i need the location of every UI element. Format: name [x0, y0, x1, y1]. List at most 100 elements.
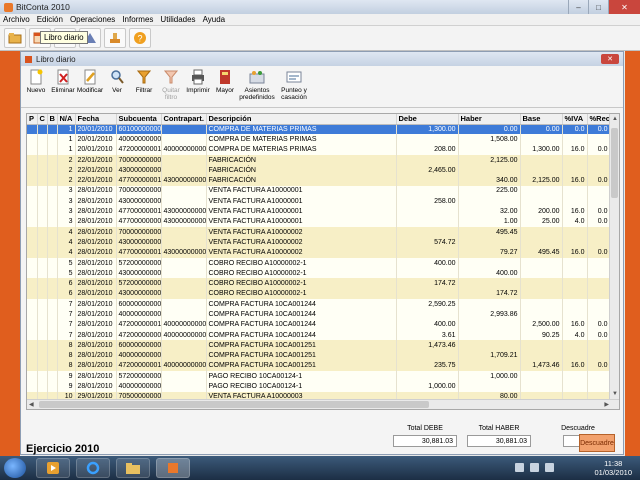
table-row[interactable]: 3 28/01/2010 430000000000 VENTA FACTURA A10… — [27, 196, 611, 207]
table-row[interactable]: 8 28/01/2010 400000000001 COMPRA FACTURA 10… — [27, 350, 611, 361]
table-row[interactable]: 7 28/01/2010 400000000001 COMPRA FACTURA 10… — [27, 309, 611, 320]
table-row[interactable]: 3 28/01/2010 477000000004 430000000003 VENTA… — [27, 216, 611, 227]
table-row[interactable]: 3 28/01/2010 700000000000 VENTA FACTURA A10… — [27, 185, 611, 197]
stamp-button[interactable] — [104, 28, 126, 48]
table-cell — [37, 360, 48, 372]
table-row[interactable]: 7 28/01/2010 472000000016 400000000001 COMPR… — [27, 319, 611, 330]
table-row[interactable]: 8 28/01/2010 600000000000 COMPRA FACTURA 10… — [27, 340, 611, 351]
scroll-left-icon[interactable]: ◀ — [29, 401, 34, 408]
table-row[interactable]: 5 28/01/2010 572000000001 COBRO RECIBO A100… — [27, 257, 611, 269]
table-cell: 472000000016 — [116, 360, 162, 372]
table-cell: 0.0 — [562, 124, 588, 135]
table-cell — [587, 278, 611, 289]
tray-flag-icon[interactable] — [515, 463, 524, 472]
table-row[interactable]: 1 20/01/2010 472000000016 400000000000 COMPR… — [27, 144, 611, 155]
folder-button[interactable] — [4, 28, 26, 48]
table-cell — [587, 309, 611, 320]
column-header[interactable]: C — [37, 114, 48, 125]
tray-network-icon[interactable] — [530, 463, 539, 472]
taskbar-media-player[interactable] — [36, 458, 70, 478]
vertical-scrollbar[interactable]: ▲ ▼ — [609, 114, 619, 399]
column-header[interactable]: N/A — [57, 114, 76, 125]
descuadre-button[interactable]: Descuadre — [579, 434, 615, 452]
taskbar-browser[interactable] — [76, 458, 110, 478]
help-button[interactable]: ? — [129, 28, 151, 48]
table-cell: 430000000002 — [116, 268, 162, 279]
scroll-down-icon[interactable]: ▼ — [612, 391, 618, 397]
punteo-casacion-button[interactable]: Punteo y casación — [276, 69, 312, 101]
table-row[interactable]: 7 28/01/2010 472000000004 400000000001 COMPR… — [27, 329, 611, 341]
table-row[interactable]: 9 28/01/2010 572000000001 PAGO RECIBO 10CA0… — [27, 371, 611, 382]
table-cell — [37, 237, 48, 248]
table-row[interactable]: 6 28/01/2010 430000000002 COBRO RECIBO A100… — [27, 288, 611, 300]
clock[interactable]: 11:38 01/03/2010 — [594, 459, 632, 477]
table-row[interactable]: 1 20/01/2010 400000000000 COMPRA DE MATERIA… — [27, 134, 611, 145]
table-row[interactable]: 4 28/01/2010 700000000000 VENTA FACTURA A10… — [27, 226, 611, 238]
table-cell: 400000000001 — [116, 350, 162, 361]
column-header[interactable]: Debe — [396, 114, 459, 125]
close-button[interactable]: ✕ — [608, 0, 640, 14]
table-row[interactable]: 4 28/01/2010 430000000002 VENTA FACTURA A10… — [27, 237, 611, 248]
table-cell — [587, 268, 611, 279]
eliminar-button[interactable]: Eliminar — [50, 69, 76, 94]
browser-icon — [86, 461, 100, 475]
table-row[interactable]: 3 28/01/2010 477000000016 430000000003 VENTA… — [27, 206, 611, 217]
child-close-button[interactable]: ✕ — [601, 54, 619, 64]
taskbar-explorer[interactable] — [116, 458, 150, 478]
column-header[interactable]: %Rec. — [587, 114, 611, 125]
column-header[interactable]: P — [27, 114, 38, 125]
table-row[interactable]: 4 28/01/2010 477000000016 430000000002 VENTA… — [27, 247, 611, 258]
table-row[interactable]: 5 28/01/2010 430000000002 COBRO RECIBO A100… — [27, 268, 611, 279]
asientos-predefinidos-button[interactable]: Asientos predefinidos — [239, 69, 275, 101]
menu-ayuda[interactable]: Ayuda — [203, 15, 226, 24]
nuevo-button[interactable]: Nuevo — [23, 69, 49, 94]
mayor-button[interactable]: Mayor — [212, 69, 238, 94]
menu-edicion[interactable]: Edición — [37, 15, 63, 24]
table-row[interactable]: 9 28/01/2010 400000000001 PAGO RECIBO 10CA0… — [27, 381, 611, 392]
column-header[interactable]: Subcuenta — [116, 114, 162, 125]
journal-grid[interactable]: P C B N/A Fecha Subcuenta Contrapart. Descripci… — [26, 113, 620, 410]
table-cell — [458, 278, 521, 289]
menu-operaciones[interactable]: Operaciones — [70, 15, 115, 24]
ver-button[interactable]: Ver — [104, 69, 130, 94]
menu-utilidades[interactable]: Utilidades — [160, 15, 195, 24]
quitar-filtro-button[interactable]: Quitar filtro — [158, 69, 184, 101]
scroll-up-icon[interactable]: ▲ — [612, 116, 618, 122]
table-row[interactable]: 2 22/01/2010 700000000000 FABRICACIÓN 2,125.… — [27, 154, 611, 166]
taskbar-bitconta[interactable] — [156, 458, 190, 478]
table-row[interactable]: 8 28/01/2010 472000000016 400000000001 COMPR… — [27, 360, 611, 372]
menu-informes[interactable]: Informes — [122, 15, 153, 24]
imprimir-button[interactable]: Imprimir — [185, 69, 211, 94]
horizontal-scrollbar[interactable]: ◀ ▶ — [27, 399, 619, 409]
predefined-entries-icon — [249, 71, 265, 84]
vertical-scroll-thumb[interactable] — [611, 128, 618, 198]
scroll-right-icon[interactable]: ▶ — [604, 401, 609, 408]
tray-volume-icon[interactable] — [545, 463, 554, 472]
table-row[interactable]: 1 20/01/2010 601000000000 COMPRA DE MATERIA… — [27, 124, 611, 135]
menu-archivo[interactable]: Archivo — [3, 15, 30, 24]
column-header[interactable]: Fecha — [75, 114, 117, 125]
maximize-button[interactable]: □ — [588, 0, 608, 14]
table-cell: 472000000016 — [116, 144, 162, 155]
delete-icon — [57, 69, 69, 85]
table-row[interactable]: 6 28/01/2010 572000000001 COBRO RECIBO A100… — [27, 278, 611, 289]
table-row[interactable]: 7 28/01/2010 600000000000 COMPRA FACTURA 10… — [27, 299, 611, 310]
column-header[interactable]: Contrapart. — [161, 114, 207, 125]
column-header[interactable]: Haber — [458, 114, 521, 125]
table-row[interactable]: 2 22/01/2010 477000000016 430000000000 FABRI… — [27, 175, 611, 186]
filtrar-button[interactable]: Filtrar — [131, 69, 157, 94]
table-row[interactable]: 2 22/01/2010 430000000000 FABRICACIÓN 2,465.… — [27, 165, 611, 176]
start-button[interactable] — [4, 458, 26, 478]
table-cell: COBRO RECIBO A10000002-1 — [206, 268, 397, 279]
table-cell — [37, 288, 48, 300]
horizontal-scroll-thumb[interactable] — [39, 401, 429, 408]
column-header[interactable]: B — [47, 114, 58, 125]
table-cell — [47, 299, 58, 310]
column-header[interactable]: %IVA — [562, 114, 588, 125]
table-cell: COBRO RECIBO A10000002-1 — [206, 288, 397, 300]
table-cell — [27, 350, 38, 361]
modificar-button[interactable]: Modificar — [77, 69, 103, 94]
column-header[interactable]: Base — [520, 114, 563, 125]
column-header[interactable]: Descripción — [206, 114, 397, 125]
minimize-button[interactable]: – — [568, 0, 588, 14]
